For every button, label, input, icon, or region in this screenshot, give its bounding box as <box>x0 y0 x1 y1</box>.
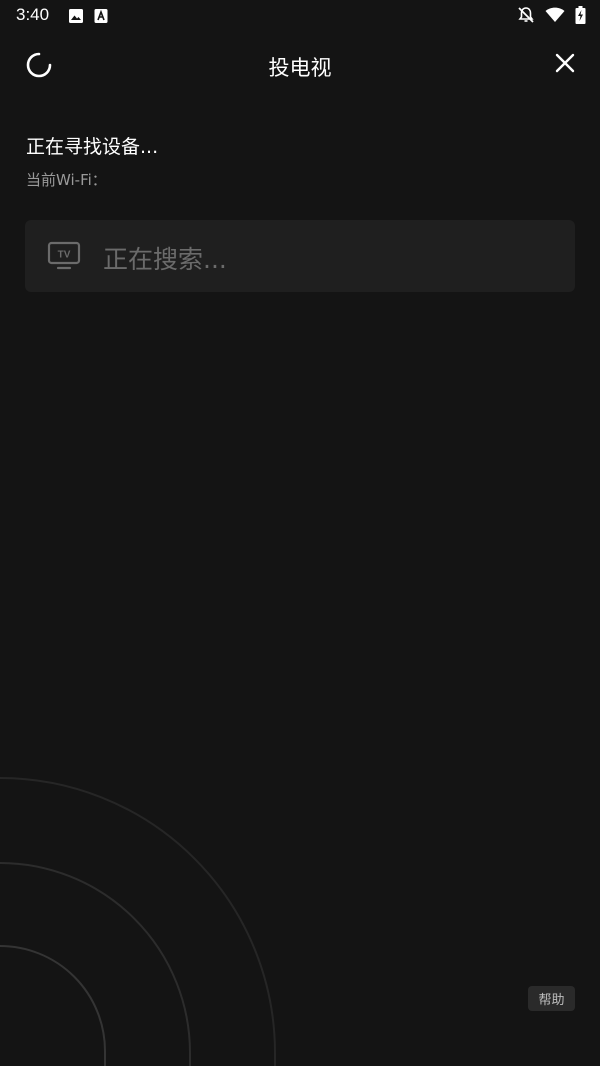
page-title: 投电视 <box>268 56 332 80</box>
tv-icon-text: TV <box>58 250 71 261</box>
wifi-label: 当前Wi-Fi： <box>26 171 107 189</box>
status-bar: 3:40 <box>0 0 600 32</box>
status-left-icons <box>68 8 108 24</box>
close-icon <box>554 52 576 78</box>
close-button[interactable] <box>550 50 580 80</box>
battery-charging-icon <box>575 6 586 24</box>
wifi-icon <box>545 7 565 23</box>
help-button[interactable]: 帮助 <box>528 986 575 1011</box>
device-card[interactable]: TV 正在搜索... <box>25 220 575 292</box>
notifications-off-icon <box>517 6 535 24</box>
status-time: 3:40 <box>16 5 50 24</box>
radar-arcs-decoration <box>0 777 276 1066</box>
device-status: 正在搜索... <box>103 245 227 274</box>
header: 投电视 <box>0 40 600 92</box>
image-icon <box>68 8 84 24</box>
searching-title: 正在寻找设备... <box>26 136 159 158</box>
status-right-icons <box>517 6 586 24</box>
a-letter-icon <box>94 8 108 24</box>
tv-icon: TV <box>47 241 81 271</box>
